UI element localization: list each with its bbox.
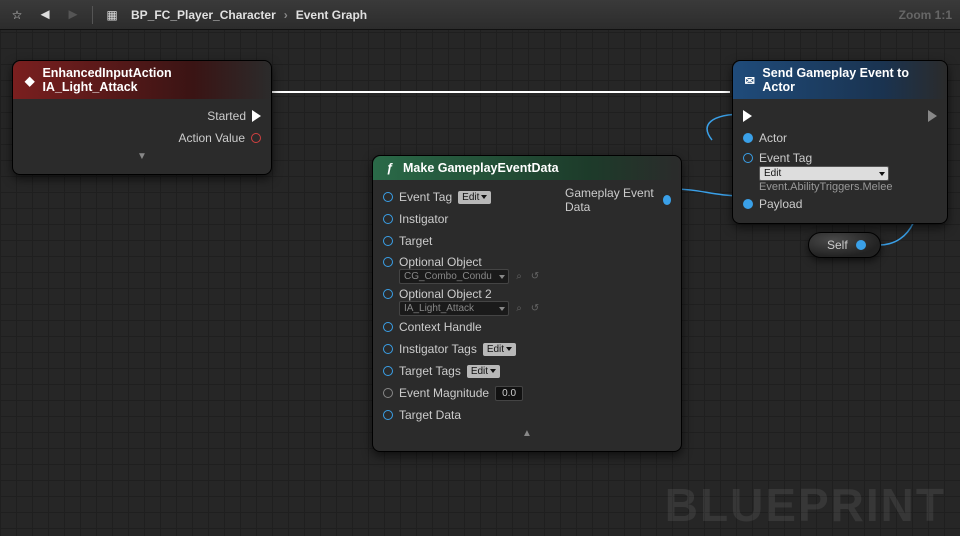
toolbar-separator	[92, 6, 93, 24]
node-title: Send Gameplay Event to Actor	[762, 66, 937, 94]
pin-label: Instigator Tags	[399, 342, 477, 356]
pin-label: Event Magnitude	[399, 386, 489, 400]
zoom-label: Zoom 1:1	[899, 8, 952, 22]
edit-tag-button[interactable]: Edit	[458, 191, 491, 204]
node-self[interactable]: Self	[808, 232, 881, 258]
event-tag-path: Event.AbilityTriggers.Melee	[759, 181, 892, 193]
breadcrumb[interactable]: BP_FC_Player_Character › Event Graph	[131, 8, 367, 22]
reset-icon[interactable]: ↺	[529, 271, 541, 282]
pin-actor[interactable]	[743, 133, 753, 143]
pin-instigator-tags[interactable]	[383, 344, 393, 354]
pin-context-handle[interactable]	[383, 322, 393, 332]
breadcrumb-root[interactable]: BP_FC_Player_Character	[131, 8, 276, 22]
node-make-gameplay-event-data[interactable]: ƒ Make GameplayEventData Event Tag Edit …	[372, 155, 682, 452]
pin-gameplay-event-data-out[interactable]	[663, 195, 671, 205]
pin-label: Payload	[759, 197, 802, 211]
pin-label-action-value: Action Value	[179, 131, 246, 145]
event-icon: ◆	[23, 73, 36, 87]
browse-icon[interactable]: ⌕	[513, 303, 525, 314]
node-send-gameplay-event[interactable]: ✉ Send Gameplay Event to Actor Actor Eve…	[732, 60, 948, 224]
pin-optional-object-2[interactable]	[383, 289, 393, 299]
chevron-up-icon[interactable]: ▲	[383, 426, 671, 443]
magnitude-input[interactable]: 0.0	[495, 386, 523, 401]
pin-target[interactable]	[383, 236, 393, 246]
node-header[interactable]: ✉ Send Gameplay Event to Actor	[733, 61, 947, 99]
pin-event-tag[interactable]	[383, 192, 393, 202]
pin-label: Target Data	[399, 408, 461, 422]
toolbar: ☆ ◄ ► ▦ BP_FC_Player_Character › Event G…	[0, 0, 960, 30]
nav-back-icon[interactable]: ◄	[36, 6, 54, 23]
pin-instigator[interactable]	[383, 214, 393, 224]
reset-icon[interactable]: ↺	[529, 303, 541, 314]
pin-event-tag[interactable]	[743, 153, 753, 163]
node-title: Make GameplayEventData	[403, 161, 559, 175]
favorite-icon[interactable]: ☆	[8, 8, 26, 22]
exec-out-pin[interactable]	[928, 110, 937, 122]
pin-self-out[interactable]	[856, 240, 866, 250]
pin-event-magnitude[interactable]	[383, 388, 393, 398]
pin-target-tags[interactable]	[383, 366, 393, 376]
pin-target-data[interactable]	[383, 410, 393, 420]
exec-in-pin[interactable]	[743, 110, 752, 122]
pin-label: Context Handle	[399, 320, 482, 334]
pin-optional-object[interactable]	[383, 257, 393, 267]
mail-icon: ✉	[743, 73, 756, 87]
pin-payload[interactable]	[743, 199, 753, 209]
pin-label: Actor	[759, 131, 787, 145]
pin-label: Instigator	[399, 212, 448, 226]
self-label: Self	[827, 238, 848, 252]
event-tag-dropdown[interactable]: Edit	[759, 166, 889, 181]
pin-action-value[interactable]	[251, 133, 261, 143]
grid-icon[interactable]: ▦	[103, 8, 121, 22]
node-title: EnhancedInputAction IA_Light_Attack	[42, 66, 261, 94]
pin-label-out: Gameplay Event Data	[565, 186, 657, 214]
pin-label: Target Tags	[399, 364, 461, 378]
nav-forward-icon[interactable]: ►	[64, 6, 82, 23]
node-enhanced-input[interactable]: ◆ EnhancedInputAction IA_Light_Attack St…	[12, 60, 272, 175]
pin-label: Event Tag	[759, 151, 892, 165]
edit-tags-button[interactable]: Edit	[467, 365, 500, 378]
node-header[interactable]: ƒ Make GameplayEventData	[373, 156, 681, 180]
exec-out-pin[interactable]	[252, 110, 261, 122]
breadcrumb-leaf[interactable]: Event Graph	[296, 8, 367, 22]
asset-dropdown-1[interactable]: CG_Combo_Condu	[399, 269, 509, 284]
pin-label: Target	[399, 234, 432, 248]
pin-label: Optional Object 2	[399, 287, 541, 301]
browse-icon[interactable]: ⌕	[513, 271, 525, 282]
function-icon: ƒ	[383, 161, 397, 175]
pin-label: Optional Object	[399, 255, 541, 269]
pin-label-started: Started	[207, 109, 246, 123]
edit-tags-button[interactable]: Edit	[483, 343, 516, 356]
chevron-down-icon[interactable]: ▼	[23, 149, 261, 166]
node-header[interactable]: ◆ EnhancedInputAction IA_Light_Attack	[13, 61, 271, 99]
pin-label: Event Tag	[399, 190, 452, 204]
asset-dropdown-2[interactable]: IA_Light_Attack	[399, 301, 509, 316]
chevron-right-icon: ›	[284, 8, 288, 22]
